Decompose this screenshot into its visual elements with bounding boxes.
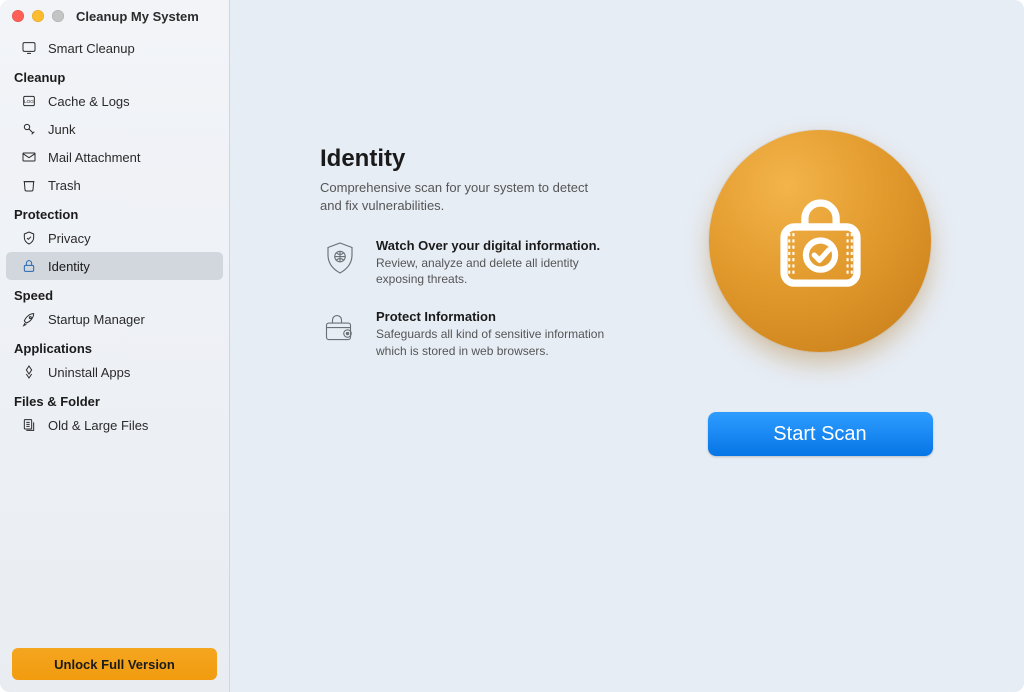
section-header-speed: Speed	[0, 280, 229, 305]
section-header-protection: Protection	[0, 199, 229, 224]
mail-icon	[20, 148, 38, 166]
sidebar-item-identity[interactable]: Identity	[6, 252, 223, 280]
sidebar-item-trash[interactable]: Trash	[6, 171, 223, 199]
sidebar-item-label: Junk	[48, 122, 75, 137]
sidebar-item-mail-attachment[interactable]: Mail Attachment	[6, 143, 223, 171]
nav: Smart Cleanup Cleanup LOG Cache & Logs J…	[0, 32, 229, 636]
lock-icon	[20, 257, 38, 275]
page-title: Identity	[320, 145, 610, 173]
sidebar-item-label: Identity	[48, 259, 90, 274]
section-header-files-folder: Files & Folder	[0, 386, 229, 411]
svg-text:LOG: LOG	[24, 99, 34, 104]
main-left: Identity Comprehensive scan for your sys…	[230, 0, 650, 692]
app-icon	[20, 363, 38, 381]
start-scan-button[interactable]: Start Scan	[708, 412, 933, 456]
sidebar-item-junk[interactable]: Junk	[6, 115, 223, 143]
sidebar-item-smart-cleanup[interactable]: Smart Cleanup	[6, 34, 223, 62]
section-header-applications: Applications	[0, 333, 229, 358]
feature-desc: Safeguards all kind of sensitive informa…	[376, 326, 610, 358]
sidebar-item-label: Cache & Logs	[48, 94, 130, 109]
section-header-cleanup: Cleanup	[0, 62, 229, 87]
sidebar-item-privacy[interactable]: Privacy	[6, 224, 223, 252]
sidebar-item-label: Smart Cleanup	[48, 41, 135, 56]
feature-title: Watch Over your digital information.	[376, 238, 610, 253]
sidebar-item-label: Privacy	[48, 231, 91, 246]
shield-globe-icon	[320, 238, 360, 278]
feature-title: Protect Information	[376, 309, 610, 324]
app-title: Cleanup My System	[76, 9, 199, 24]
sidebar-item-label: Startup Manager	[48, 312, 145, 327]
broom-icon	[20, 120, 38, 138]
log-icon: LOG	[20, 92, 38, 110]
window-zoom-button[interactable]	[52, 10, 64, 22]
wallet-eye-icon	[320, 309, 360, 349]
page-subtitle: Comprehensive scan for your system to de…	[320, 179, 610, 214]
feature-protect: Protect Information Safeguards all kind …	[320, 309, 610, 358]
files-icon	[20, 416, 38, 434]
unlock-full-version-button[interactable]: Unlock Full Version	[12, 648, 217, 680]
unlock-wrap: Unlock Full Version	[0, 636, 229, 692]
feature-watch: Watch Over your digital information. Rev…	[320, 238, 610, 287]
sidebar-item-label: Trash	[48, 178, 81, 193]
sidebar-item-uninstall-apps[interactable]: Uninstall Apps	[6, 358, 223, 386]
app-window: Cleanup My System Smart Cleanup Cleanup …	[0, 0, 1024, 692]
rocket-icon	[20, 310, 38, 328]
window-close-button[interactable]	[12, 10, 24, 22]
sidebar: Cleanup My System Smart Cleanup Cleanup …	[0, 0, 230, 692]
main-right: Start Scan	[650, 0, 990, 692]
sidebar-item-label: Uninstall Apps	[48, 365, 130, 380]
titlebar: Cleanup My System	[0, 0, 229, 32]
sidebar-item-label: Old & Large Files	[48, 418, 148, 433]
sidebar-item-cache-logs[interactable]: LOG Cache & Logs	[6, 87, 223, 115]
sidebar-item-old-large-files[interactable]: Old & Large Files	[6, 411, 223, 439]
main-content: Identity Comprehensive scan for your sys…	[230, 0, 1024, 692]
shield-icon	[20, 229, 38, 247]
sidebar-item-label: Mail Attachment	[48, 150, 141, 165]
trash-icon	[20, 176, 38, 194]
monitor-icon	[20, 39, 38, 57]
identity-hero-icon	[709, 130, 931, 352]
window-minimize-button[interactable]	[32, 10, 44, 22]
sidebar-item-startup-manager[interactable]: Startup Manager	[6, 305, 223, 333]
feature-desc: Review, analyze and delete all identity …	[376, 255, 610, 287]
